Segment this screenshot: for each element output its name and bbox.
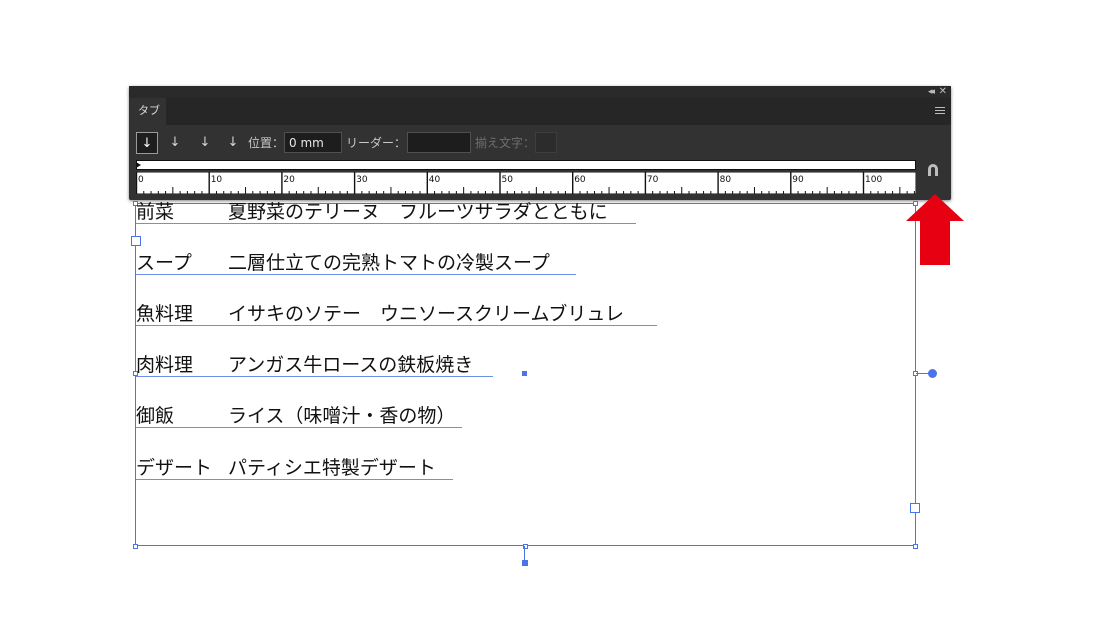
course-name: 肉料理	[136, 354, 194, 376]
frame-handle-bottom-right[interactable]	[913, 544, 918, 549]
ruler-label: 0	[138, 175, 144, 185]
ruler-label: 30	[356, 175, 368, 185]
frame-handle-bottom-left[interactable]	[133, 544, 138, 549]
ruler-label: 60	[574, 175, 586, 185]
dish-name: ライス（味噌汁・香の物）	[228, 405, 456, 427]
position-label: 位置：	[248, 136, 285, 150]
ruler-label: 90	[792, 175, 804, 185]
ruler-label: 100	[865, 175, 882, 185]
double-chevron-left-icon[interactable]: ◂◂	[928, 87, 935, 97]
bottom-connector	[524, 546, 525, 561]
decimal-justified-tab-icon: ↓	[227, 135, 239, 150]
panel-tab-strip: タブ	[129, 98, 951, 126]
center-justified-tab-button[interactable]: ↓	[164, 132, 186, 154]
course-name: 御飯	[136, 405, 175, 427]
text-baseline	[136, 479, 453, 480]
text-baseline	[136, 223, 636, 224]
align-on-label: 揃え文字：	[475, 136, 536, 150]
ruler-label: 20	[283, 175, 295, 185]
ruler-label: 80	[720, 175, 732, 185]
course-name: 前菜	[136, 201, 175, 223]
ruler-label: 10	[211, 175, 223, 185]
dish-name: 二層仕立ての完熟トマトの冷製スープ	[228, 252, 550, 274]
dish-name: イサキのソテー ウニソースクリームブリュレ	[228, 303, 624, 325]
in-port[interactable]	[131, 236, 141, 246]
right-justified-tab-button[interactable]: ↓	[194, 132, 216, 154]
indent-marker[interactable]	[136, 162, 141, 168]
right-justified-tab-icon: ↓	[199, 135, 211, 150]
course-name: デザート	[136, 457, 213, 479]
tab-stop-strip[interactable]	[136, 160, 916, 170]
left-justified-tab-button[interactable]: ↓	[136, 132, 158, 154]
center-justified-tab-icon: ↓	[169, 135, 181, 150]
tabs-toolbar: ↓ ↓ ↓ ↓ 位置： リーダー： 揃え文字：	[129, 130, 951, 156]
left-justified-tab-icon: ↓	[141, 136, 153, 151]
tab-ruler[interactable]: 0 10 20 30 40 50 60 70 80 90 100	[136, 172, 916, 194]
red-arrow-up-icon	[906, 194, 964, 265]
dish-name: アンガス牛ロースの鉄板焼き	[228, 354, 474, 376]
dish-name: 夏野菜のテリーヌ フルーツサラダとともに	[228, 201, 608, 223]
ruler-label: 70	[647, 175, 659, 185]
leader-input[interactable]	[407, 132, 471, 153]
leader-label: リーダー：	[346, 136, 407, 150]
bottom-grip-handle[interactable]	[522, 560, 528, 566]
tabs-panel: ◂◂ ✕ タブ ↓ ↓ ↓ ↓ 位置： リーダー： 揃え文字： 0 10 20 30 4…	[129, 86, 951, 200]
ruler-label: 40	[429, 175, 441, 185]
magnet-snap-icon[interactable]	[925, 162, 941, 178]
out-port[interactable]	[910, 503, 920, 513]
close-icon[interactable]: ✕	[939, 86, 947, 97]
text-baseline	[136, 376, 493, 377]
panel-title-bar[interactable]: ◂◂ ✕	[129, 86, 951, 98]
ruler-label: 50	[502, 175, 514, 185]
course-name: スープ	[136, 252, 192, 274]
course-name: 魚料理	[136, 303, 194, 325]
decimal-justified-tab-button[interactable]: ↓	[222, 132, 244, 154]
dish-name: パティシエ特製デザート	[228, 457, 436, 479]
anchor-point-handle[interactable]	[928, 369, 937, 378]
position-input[interactable]	[284, 132, 342, 153]
center-point	[522, 371, 527, 376]
text-baseline	[136, 427, 462, 428]
hamburger-menu-icon[interactable]	[935, 107, 945, 115]
text-baseline	[136, 274, 576, 275]
align-on-input[interactable]	[535, 132, 557, 153]
text-baseline	[136, 325, 657, 326]
tab-tabs[interactable]: タブ	[129, 98, 166, 126]
